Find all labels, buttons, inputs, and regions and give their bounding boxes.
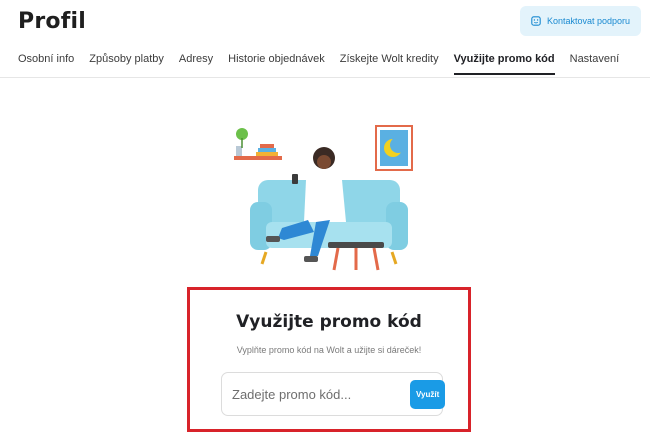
tab-settings[interactable]: Nastavení	[570, 47, 620, 73]
person-on-sofa-illustration	[220, 118, 430, 278]
tab-promo-code[interactable]: Využijte promo kód	[453, 47, 555, 75]
promo-code-input[interactable]	[230, 372, 410, 416]
promo-subtitle: Vyplňte promo kód na Wolt a užijte si dá…	[236, 345, 422, 355]
promo-input-group: Využít	[221, 372, 446, 416]
tab-addresses[interactable]: Adresy	[179, 47, 213, 73]
tab-payment-methods[interactable]: Způsoby platby	[89, 47, 164, 73]
redeem-button[interactable]: Využít	[410, 379, 446, 409]
tab-earn-credits[interactable]: Získejte Wolt kredity	[340, 47, 439, 73]
profile-tabs: Osobní info Způsoby platby Adresy Histor…	[18, 47, 650, 77]
contact-support-button[interactable]: Kontaktovat podporu	[520, 6, 641, 36]
promo-code-panel: Využijte promo kód Vyplňte promo kód na …	[187, 287, 471, 432]
tabs-divider	[0, 77, 650, 78]
promo-title: Využijte promo kód	[236, 312, 422, 332]
page-title: Profil	[18, 9, 86, 34]
tab-order-history[interactable]: Historie objednávek	[228, 47, 325, 73]
contact-support-label: Kontaktovat podporu	[546, 16, 631, 26]
tab-personal-info[interactable]: Osobní info	[18, 47, 74, 73]
chat-support-icon	[531, 16, 541, 26]
